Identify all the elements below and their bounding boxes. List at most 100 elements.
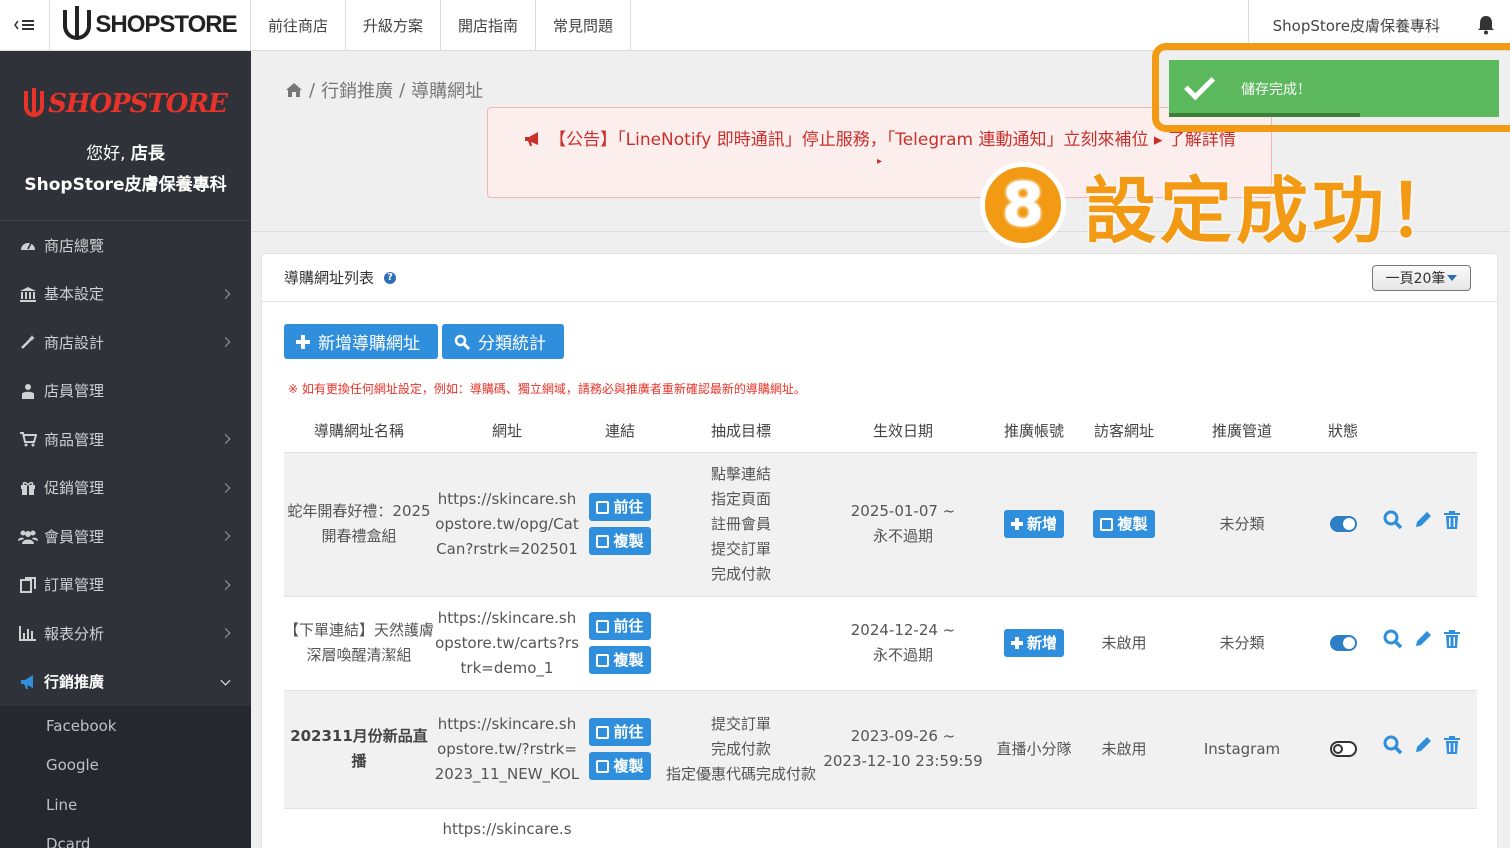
go-button[interactable]: 前往 (589, 493, 651, 521)
sidebar-store-name: ShopStore皮膚保養專科 (24, 175, 227, 195)
go-button[interactable]: 前往 (589, 612, 651, 640)
submenu-item-line[interactable]: Line (0, 785, 251, 825)
cart-icon (18, 430, 38, 448)
logo-mark-icon (63, 6, 92, 40)
table-row: 【下單連結】天然護膚深層喚醒清潔組 https://skincare.shops… (284, 596, 1477, 691)
row-visitor: 未啟用 (1084, 596, 1164, 691)
gift-icon (18, 479, 38, 497)
add-account-button[interactable]: 新增 (1003, 510, 1064, 538)
row-visitor: 未啟用 (1084, 690, 1164, 809)
sidebar-item-overview[interactable]: 商店總覽 (0, 221, 251, 270)
chevron-right-icon (220, 628, 231, 639)
sidebar-item-reports[interactable]: 報表分析 (0, 609, 251, 658)
copy-icon (1100, 517, 1114, 531)
greeting: 您好, 店長 (86, 144, 165, 164)
nav-faq[interactable]: 常見問題 (536, 0, 632, 50)
external-link-icon (596, 500, 610, 514)
trash-icon[interactable] (1443, 629, 1461, 649)
chevron-right-icon (220, 337, 231, 348)
row-account: 直播小分隊 (984, 690, 1084, 809)
add-referral-url-button[interactable]: 新增導購網址 (284, 324, 438, 359)
trash-icon[interactable] (1443, 510, 1461, 530)
row-url: https://skincare.shopstore.tw/?rstrk=202… (434, 690, 580, 809)
bank-icon (18, 285, 38, 303)
pencil-icon[interactable] (1413, 629, 1433, 649)
trash-icon[interactable] (1443, 735, 1461, 755)
go-button[interactable]: 前往 (589, 718, 651, 746)
submenu-item-google[interactable]: Google (0, 746, 251, 786)
search-icon (454, 334, 470, 350)
row-date: 2025-01-07 ~ 永不過期 (822, 452, 984, 597)
sidebar-item-orders[interactable]: 訂單管理 (0, 561, 251, 610)
panel-header: 導購網址列表 ? (262, 254, 1497, 302)
col-link: 連結 (580, 410, 660, 453)
external-link-icon (596, 619, 610, 633)
sidebar-item-marketing[interactable]: 行銷推廣 (0, 658, 251, 707)
logo-mark-icon (24, 88, 45, 117)
row-visitor: 複製 (1084, 452, 1164, 597)
menu-collapse-icon (13, 20, 34, 30)
row-name: 蛇年開春好禮：2025 開春禮盒組 (284, 452, 434, 597)
shopstore-logo[interactable]: SHOPSTORE (50, 0, 251, 50)
row-account: 新增 (984, 452, 1084, 597)
chevron-down-icon (220, 675, 231, 686)
chevron-right-icon (220, 482, 231, 493)
bullhorn-icon (525, 132, 539, 146)
add-account-button[interactable]: 新增 (1003, 629, 1064, 657)
table-row: 202311月份新品直播 https://skincare.shopstore.… (284, 690, 1477, 809)
row-targets: 點擊連結 指定頁面 註冊會員 提交訂單 完成付款 (660, 452, 822, 597)
sidebar-item-members[interactable]: 會員管理 (0, 512, 251, 561)
submenu-item-facebook[interactable]: Facebook (0, 706, 251, 746)
search-icon[interactable] (1383, 510, 1403, 530)
copy-button[interactable]: 複製 (589, 646, 651, 674)
row-date: 2024-12-24 ~ 永不過期 (822, 596, 984, 691)
nav-goto-store[interactable]: 前往商店 (251, 0, 347, 50)
row-status (1320, 596, 1366, 691)
status-toggle[interactable] (1329, 741, 1357, 757)
panel-title: 導購網址列表 (284, 269, 375, 287)
user-role: 店長 (130, 144, 165, 164)
category-stats-button[interactable]: 分類統計 (442, 324, 564, 359)
sidebar: SHOPSTORE 您好, 店長 ShopStore皮膚保養專科 商店總覽 基本… (0, 51, 251, 848)
per-page-select[interactable]: 一頁20筆 (1372, 265, 1471, 291)
sidebar-item-store-design[interactable]: 商店設計 (0, 318, 251, 367)
col-name: 導購網址名稱 (284, 410, 434, 453)
sidebar-item-promotions[interactable]: 促銷管理 (0, 464, 251, 513)
nav-upgrade[interactable]: 升級方案 (346, 0, 442, 50)
search-icon[interactable] (1383, 629, 1403, 649)
search-icon[interactable] (1383, 735, 1403, 755)
copy-visitor-url-button[interactable]: 複製 (1093, 510, 1155, 538)
copy-icon (596, 653, 610, 667)
step-number: 8 (980, 161, 1066, 248)
status-toggle[interactable] (1329, 516, 1357, 532)
staff-icon (18, 382, 38, 400)
submenu-item-dcard[interactable]: Dcard (0, 825, 251, 848)
copy-button[interactable]: 複製 (589, 752, 651, 780)
copy-icon (596, 759, 610, 773)
sidebar-item-basic-settings[interactable]: 基本設定 (0, 270, 251, 319)
sidebar-toggle-button[interactable] (0, 0, 50, 50)
home-icon[interactable] (285, 82, 303, 98)
annotation-text: 設定成功！ (1084, 169, 1465, 253)
row-actions (1366, 690, 1477, 809)
referral-url-table: 導購網址名稱 網址 連結 抽成目標 生效日期 推廣帳號 訪客網址 推廣管道 狀態… (284, 410, 1477, 848)
row-url: https://skincare.shopstore.tw/carts?rstr… (434, 596, 580, 691)
sidebar-item-products[interactable]: 商品管理 (0, 415, 251, 464)
row-url: https://skincare.shopstore.tw/opg/CatCan… (434, 452, 580, 597)
pencil-icon[interactable] (1413, 510, 1433, 530)
breadcrumb-marketing[interactable]: 行銷推廣 (321, 77, 393, 103)
status-toggle[interactable] (1329, 635, 1357, 651)
logo-text: SHOPSTORE (95, 11, 237, 38)
pencil-icon[interactable] (1413, 735, 1433, 755)
annotation-highlight (1152, 43, 1510, 132)
col-actions (1366, 410, 1477, 453)
url-change-warning: ※ 如有更換任何網址設定，例如：導購碼、獨立網域，請務必與推廣者重新確認最新的導… (288, 382, 806, 396)
sidebar-item-staff[interactable]: 店員管理 (0, 367, 251, 416)
question-icon[interactable]: ? (384, 271, 397, 284)
row-actions (1366, 452, 1477, 597)
copy-button[interactable]: 複製 (589, 527, 651, 555)
store-name[interactable]: ShopStore皮膚保養專科 (1273, 15, 1440, 36)
sidebar-brand: SHOPSTORE 您好, 店長 ShopStore皮膚保養專科 (0, 51, 251, 221)
notification-button[interactable] (1462, 15, 1510, 35)
nav-guide[interactable]: 開店指南 (441, 0, 537, 50)
